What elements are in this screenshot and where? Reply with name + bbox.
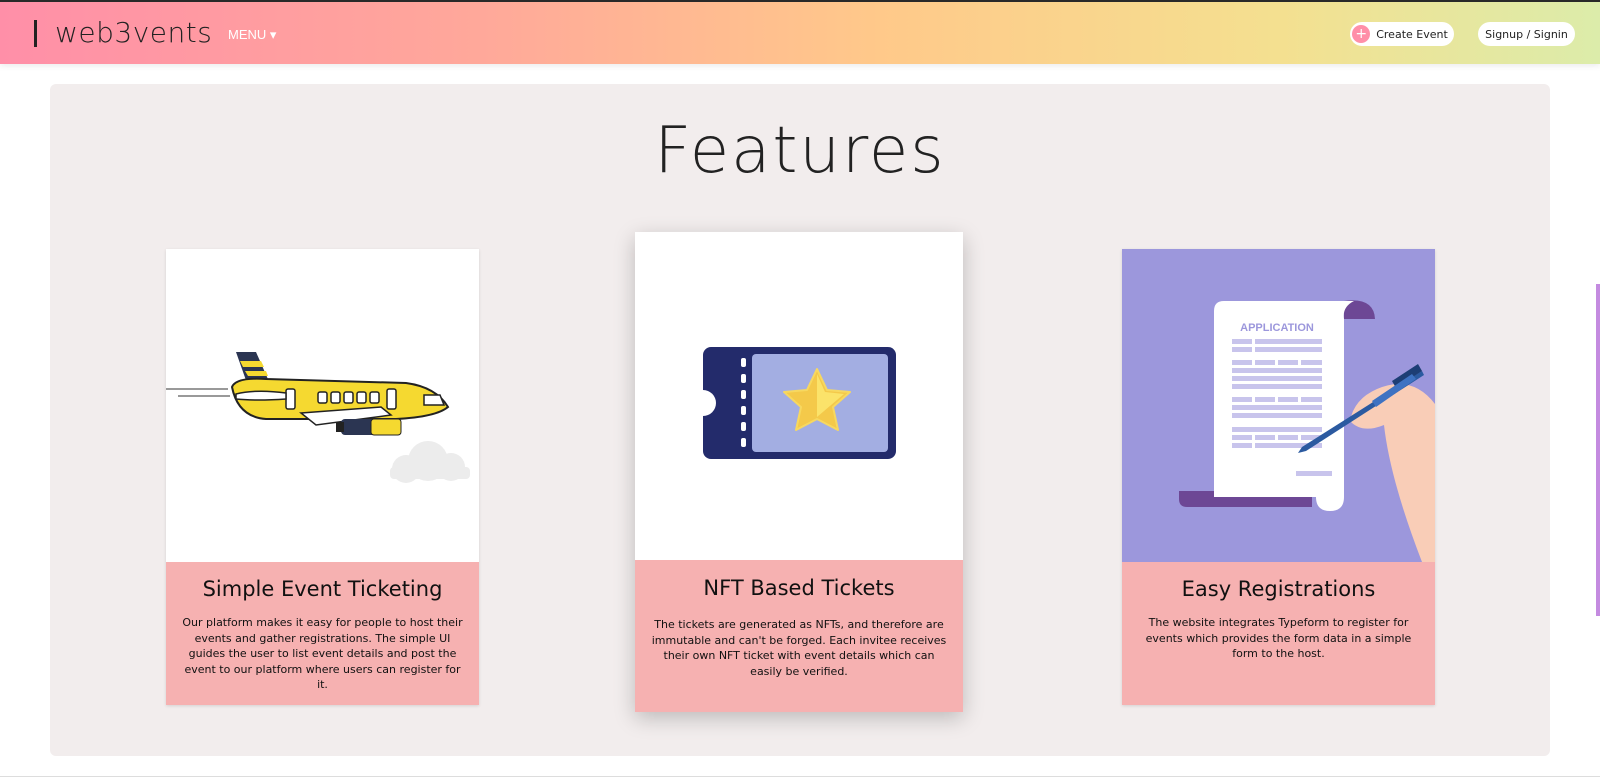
card-description: The website integrates Typeform to regis… [1145, 616, 1412, 660]
plus-icon: + [1352, 25, 1371, 43]
form-heading: APPLICATION [1240, 322, 1314, 334]
section-title: Features [654, 114, 946, 188]
scrollbar-thumb[interactable] [1596, 284, 1600, 616]
card-title: NFT Based Tickets [703, 576, 895, 600]
navbar: web3vents MENU ▾ + Create Event Signup /… [0, 2, 1600, 64]
card-body: NFT Based Tickets The tickets are genera… [635, 560, 963, 712]
create-event-button[interactable]: + Create Event [1350, 22, 1454, 46]
signup-signin-button[interactable]: Signup / Signin [1478, 22, 1575, 46]
create-event-label: Create Event [1376, 27, 1448, 41]
menu-dropdown[interactable]: MENU ▾ [228, 27, 276, 43]
logo[interactable]: web3vents [55, 16, 212, 49]
airplane-illustration [166, 249, 479, 562]
feature-card-registrations[interactable]: APPLICATION Easy Registrations The websi… [1122, 249, 1435, 705]
card-description: Our platform makes it easy for people to… [182, 616, 463, 691]
card-title: Easy Registrations [1181, 577, 1376, 601]
logo-bar [34, 20, 37, 47]
page-divider [0, 776, 1600, 777]
feature-card-nft[interactable]: NFT Based Tickets The tickets are genera… [635, 232, 963, 712]
feature-card-ticketing[interactable]: Simple Event Ticketing Our platform make… [166, 249, 479, 705]
card-body: Simple Event Ticketing Our platform make… [166, 562, 479, 705]
application-form-illustration: APPLICATION [1122, 249, 1435, 562]
card-title: Simple Event Ticketing [202, 577, 443, 601]
ticket-star-illustration [635, 232, 963, 560]
card-body: Easy Registrations The website integrate… [1122, 562, 1435, 705]
card-description: The tickets are generated as NFTs, and t… [651, 618, 947, 678]
features-section: Features Simple Event Ticketing Our plat… [50, 84, 1550, 756]
